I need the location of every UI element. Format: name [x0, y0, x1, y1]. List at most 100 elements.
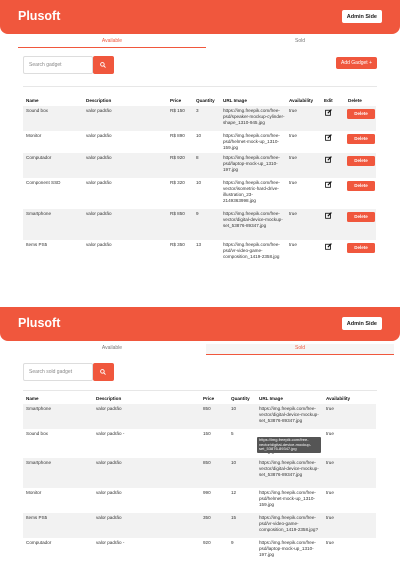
search-button[interactable]	[93, 56, 114, 74]
cell-description: valor padrão -	[96, 540, 125, 545]
admin-side-button[interactable]: Admin Side	[341, 10, 382, 23]
search-icon	[100, 62, 106, 68]
edit-icon[interactable]	[325, 181, 332, 188]
app-header: Plusoft Admin Side	[0, 307, 400, 341]
cell-quantity: 10	[196, 133, 202, 138]
table-header: Name Description Price Quantity URL Imag…	[23, 98, 376, 106]
cell-description: valor padrão	[86, 242, 112, 247]
cell-availability: true	[326, 431, 334, 436]
cell-quantity: 9	[231, 540, 234, 545]
cell-url: https://img.freepik.com/free-psd/vr-vide…	[259, 515, 318, 532]
edit-icon[interactable]	[325, 134, 332, 141]
divider	[23, 390, 377, 391]
cell-url: https://img.freepik.com/free-psd/speaker…	[223, 108, 285, 125]
delete-button[interactable]: Delete	[347, 212, 375, 222]
cell-price: 850	[203, 460, 211, 465]
cell-price: 350	[203, 515, 211, 520]
cell-availability: true	[326, 490, 334, 495]
tab-bar: Available Sold	[18, 37, 382, 48]
table-row: Computador valor padrão R$ 920 8 https://img…	[23, 153, 376, 178]
cell-url: https://img.freepik.com/free-vector/digi…	[259, 460, 319, 477]
cell-availability: true	[326, 406, 334, 411]
cell-description: valor padrão	[86, 108, 112, 113]
app-header: Plusoft Admin Side	[0, 0, 400, 34]
cell-name: Computador	[26, 155, 52, 160]
table-row: Sound boxvalor padrão -1505945.jpg?true	[23, 429, 376, 458]
cell-availability: true	[289, 242, 297, 247]
tab-available[interactable]: Available	[18, 344, 206, 355]
cell-description: valor padrão	[86, 155, 112, 160]
cell-description: valor padrão	[96, 460, 122, 465]
cell-quantity: 5	[231, 431, 234, 436]
col-price: Price	[203, 396, 215, 401]
cell-description: valor padrão -	[96, 431, 125, 436]
col-description: Description	[96, 396, 122, 401]
cell-description: valor padrão	[86, 133, 112, 138]
brand-logo: Plusoft	[18, 9, 61, 23]
admin-side-button[interactable]: Admin Side	[341, 317, 382, 330]
cell-name: Sound box	[26, 108, 48, 113]
tab-available[interactable]: Available	[18, 37, 206, 48]
cell-price: R$ 850	[170, 211, 185, 216]
cell-availability: true	[326, 515, 334, 520]
cell-url: https://img.freepik.com/free-vector/isom…	[223, 180, 280, 203]
table-row: Items PS5 valor padrão 350 15 https://img.fr…	[23, 513, 376, 538]
cell-name: Smartphone	[26, 406, 52, 411]
search-input[interactable]: Search gadget	[23, 56, 93, 74]
table-row: Monitor valor padrão 990 12 https://img.free…	[23, 488, 376, 513]
cell-quantity: 10	[231, 460, 237, 465]
cell-url: https://img.freepik.com/free-vector/digi…	[223, 211, 283, 228]
cell-name: Computador	[26, 540, 52, 545]
cell-quantity: 3	[196, 108, 199, 113]
cell-name: Sound box	[26, 431, 48, 436]
search-button[interactable]	[93, 363, 114, 381]
tab-bar: Available Sold	[18, 344, 394, 355]
col-availability: Availability	[289, 98, 314, 103]
cell-quantity: 15	[231, 515, 237, 520]
edit-icon[interactable]	[325, 212, 332, 219]
col-quantity: Quantity	[231, 396, 250, 401]
delete-button[interactable]: Delete	[347, 156, 375, 166]
cell-price: 850	[203, 406, 211, 411]
search-icon	[100, 369, 106, 375]
table-row: Items PS5 valor padrão R$ 350 13 https://img…	[23, 240, 376, 265]
cell-price: R$ 920	[170, 155, 185, 160]
col-quantity: Quantity	[196, 98, 215, 103]
cell-price: R$ 890	[170, 133, 185, 138]
cell-price: 150	[203, 431, 211, 436]
delete-button[interactable]: Delete	[347, 181, 375, 191]
edit-icon[interactable]	[325, 156, 332, 163]
cell-price: R$ 350	[170, 242, 185, 247]
table-row: Sound box valor padrão R$ 150 3 https://img.…	[23, 106, 376, 131]
delete-button[interactable]: Delete	[347, 109, 375, 119]
delete-button[interactable]: Delete	[347, 134, 375, 144]
tab-sold[interactable]: Sold	[206, 344, 394, 355]
cell-availability: true	[326, 460, 334, 465]
cell-price: R$ 320	[170, 180, 185, 185]
cell-description: valor padrão	[96, 490, 122, 495]
edit-icon[interactable]	[325, 109, 332, 116]
cell-url: https://img.freepik.com/free-psd/vr-vide…	[223, 242, 280, 259]
cell-availability: true	[289, 133, 297, 138]
search-input[interactable]: Search sold gadget	[23, 363, 93, 381]
sold-panel: Plusoft Admin Side Available Sold Search…	[0, 307, 400, 578]
cell-name: Items PS5	[26, 242, 48, 247]
col-edit: Edit	[324, 98, 333, 103]
cell-quantity: 13	[196, 242, 202, 247]
cell-availability: true	[289, 108, 297, 113]
add-gadget-button[interactable]: Add Gadget +	[336, 57, 377, 69]
table-header: Name Description Price Quantity URL Imag…	[23, 396, 376, 404]
cell-availability: true	[289, 180, 297, 185]
tab-sold[interactable]: Sold	[206, 37, 394, 48]
cell-name: Smartphone	[26, 211, 52, 216]
delete-button[interactable]: Delete	[347, 243, 375, 253]
col-url: URL Image	[259, 396, 283, 401]
table-row: Smartphone valor padrão R$ 850 9 https://img…	[23, 209, 376, 240]
cell-availability: true	[289, 211, 297, 216]
table-row: Monitor valor padrão R$ 890 10 https://img.f…	[23, 131, 376, 153]
edit-icon[interactable]	[325, 243, 332, 250]
cell-name: Monitor	[26, 133, 42, 138]
cell-price: 920	[203, 540, 211, 545]
cell-description: valor padrão	[96, 406, 122, 411]
col-description: Description	[86, 98, 112, 103]
